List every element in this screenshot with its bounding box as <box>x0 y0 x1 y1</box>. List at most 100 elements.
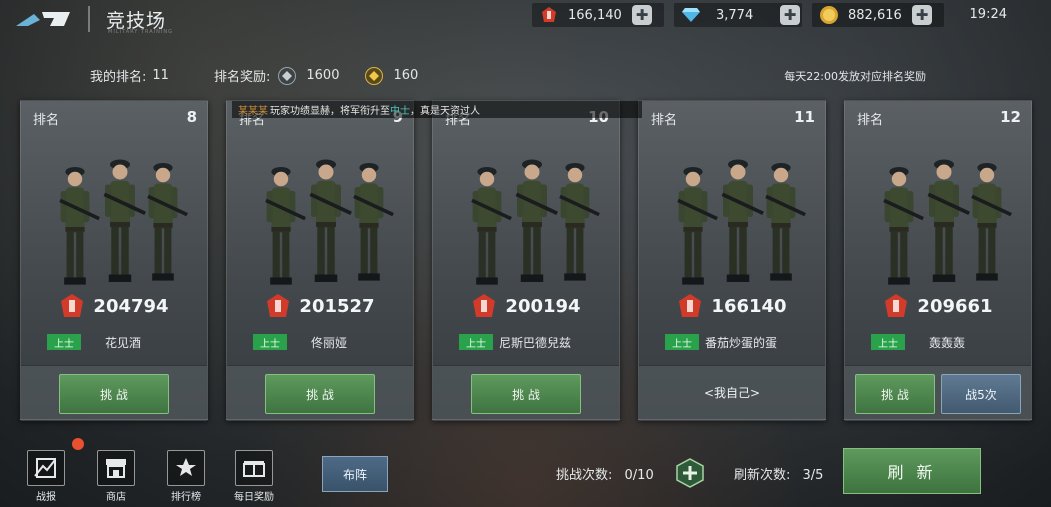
page-subtitle: MILITARY TRAINING <box>108 29 173 35</box>
reward-medal-2-value: 160 <box>393 68 419 83</box>
player-name-row: 上士 尼斯巴德兒兹 <box>445 331 607 353</box>
player-name-row: 上士 佟丽娅 <box>239 331 401 353</box>
challenge-count-label: 挑战次数: <box>556 468 613 483</box>
opponent-card[interactable]: 排名 12 209661 上士 轰轰轰 挑 战 战5次 <box>844 100 1032 421</box>
nav-label: 排行榜 <box>171 492 201 503</box>
shop-icon <box>97 450 135 486</box>
rank-reward-label: 排名奖励: <box>214 70 271 85</box>
my-rank-value: 11 <box>152 68 169 83</box>
opponent-card[interactable]: 排名 10 200194 上士 尼斯巴德兒兹 挑 战 <box>432 100 620 421</box>
player-name: 佟丽娅 <box>310 335 347 350</box>
resource-gold: 882,616 ✚ <box>812 3 944 27</box>
military-rank-badge: 上士 <box>47 334 81 350</box>
rank-reward: 排名奖励: 1600 160 <box>214 66 418 85</box>
challenge-count: 挑战次数: 0/10 <box>556 464 654 483</box>
card-rank-label: 排名 <box>33 113 60 128</box>
soldier-squad-image <box>59 159 188 285</box>
combat-power-value: 201527 <box>299 295 375 317</box>
red-rank-emblem-icon <box>473 294 496 317</box>
daily-reward-icon <box>235 450 273 486</box>
player-name: 番茄炒蛋的蛋 <box>704 335 777 350</box>
challenge-count-value: 0/10 <box>624 468 654 483</box>
challenge-button[interactable]: 挑 战 <box>855 374 935 414</box>
refresh-button[interactable]: 刷 新 <box>843 448 981 494</box>
red-rank-emblem-icon <box>61 294 84 317</box>
ticker-text-1: 玩家功绩显赫，将军衔升至 <box>270 106 390 117</box>
reward-notice: 每天22:00发放对应排名奖励 <box>784 70 926 83</box>
player-name: 花见酒 <box>104 335 141 350</box>
ticker-text-2: ，真是天资过人 <box>410 106 480 117</box>
rank-points-value: 166,140 <box>568 7 622 23</box>
game-logo-icon <box>16 12 70 26</box>
soldier-squad-image <box>265 159 394 285</box>
card-rank-number: 12 <box>1000 108 1021 126</box>
nav-battle-report[interactable]: 战报 <box>20 450 72 503</box>
player-name-row: 上士 番茄炒蛋的蛋 <box>651 331 813 353</box>
refresh-count-value: 3/5 <box>802 468 824 483</box>
resource-rank-points: 166,140 ✚ <box>532 3 664 27</box>
notification-dot <box>72 438 84 450</box>
combat-power: 201527 <box>227 291 413 321</box>
red-rank-emblem-icon <box>267 294 290 317</box>
self-card: 排名 11 166140 上士 番茄炒蛋的蛋 <我自己> <box>638 100 826 421</box>
leaderboard-icon <box>167 450 205 486</box>
opponent-card[interactable]: 排名 8 204794 上士 花见酒 挑 战 <box>20 100 208 421</box>
soldier-squad-image <box>471 159 600 285</box>
top-bar: 竞技场 MILITARY TRAINING 166,140 ✚ 3,774 ✚ … <box>0 0 1051 35</box>
card-footer: 挑 战 <box>433 365 619 421</box>
combat-power: 204794 <box>21 291 207 321</box>
clock: 19:24 <box>969 7 1007 22</box>
my-rank: 我的排名: 11 <box>90 66 169 85</box>
card-rank-label: 排名 <box>651 113 678 128</box>
soldier-squad-image <box>677 159 806 285</box>
combat-power-value: 204794 <box>93 295 169 317</box>
nav-label: 每日奖励 <box>234 492 274 503</box>
card-footer: 挑 战 <box>227 365 413 421</box>
gold-medal-icon <box>365 66 384 85</box>
my-rank-label: 我的排名: <box>90 70 147 85</box>
ticker-rank: 中士 <box>390 106 410 117</box>
reward-medal-1-value: 1600 <box>306 68 340 83</box>
gold-value: 882,616 <box>848 7 902 23</box>
military-rank-badge: 上士 <box>459 334 493 350</box>
diamond-icon <box>680 4 702 26</box>
card-footer: 挑 战 战5次 <box>845 365 1031 421</box>
add-rank-points-button[interactable]: ✚ <box>632 5 652 25</box>
combat-power: 200194 <box>433 291 619 321</box>
red-rank-emblem-icon <box>538 4 560 26</box>
red-rank-emblem-icon <box>679 294 702 317</box>
player-name-row: 上士 花见酒 <box>33 331 195 353</box>
military-rank-badge: 上士 <box>665 334 699 350</box>
silver-medal-icon <box>278 66 297 85</box>
military-rank-badge: 上士 <box>253 334 287 350</box>
resource-diamonds: 3,774 ✚ <box>674 3 802 27</box>
nav-shop[interactable]: 商店 <box>90 450 142 503</box>
soldier-squad-image <box>883 159 1012 285</box>
nav-leaderboard[interactable]: 排行榜 <box>160 450 212 503</box>
formation-button[interactable]: 布阵 <box>322 456 388 492</box>
broadcast-ticker: 某某某 玩家功绩显赫，将军衔升至 中士 ，真是天资过人 <box>232 101 642 118</box>
add-gold-button[interactable]: ✚ <box>912 5 932 25</box>
military-rank-badge: 上士 <box>871 334 905 350</box>
challenge-button[interactable]: 挑 战 <box>59 374 169 414</box>
gold-coin-icon <box>818 4 840 26</box>
opponent-card[interactable]: 排名 9 201527 上士 佟丽娅 挑 战 <box>226 100 414 421</box>
add-challenge-button[interactable] <box>676 458 704 488</box>
title-separator <box>88 6 90 32</box>
diamonds-value: 3,774 <box>716 7 754 23</box>
card-footer: <我自己> <box>639 365 825 421</box>
player-name: 轰轰轰 <box>928 335 965 350</box>
combat-power: 166140 <box>639 291 825 321</box>
player-name-row: 上士 轰轰轰 <box>857 331 1019 353</box>
challenge-button[interactable]: 挑 战 <box>471 374 581 414</box>
ticker-player-name: 某某某 <box>238 106 268 117</box>
card-footer: 挑 战 <box>21 365 207 421</box>
challenge-5-times-button[interactable]: 战5次 <box>941 374 1021 414</box>
refresh-count: 刷新次数: 3/5 <box>734 464 823 483</box>
red-rank-emblem-icon <box>885 294 908 317</box>
battle-report-icon <box>27 450 65 486</box>
nav-daily-reward[interactable]: 每日奖励 <box>228 450 280 503</box>
add-diamonds-button[interactable]: ✚ <box>780 5 800 25</box>
challenge-button[interactable]: 挑 战 <box>265 374 375 414</box>
self-label: <我自己> <box>703 386 761 400</box>
